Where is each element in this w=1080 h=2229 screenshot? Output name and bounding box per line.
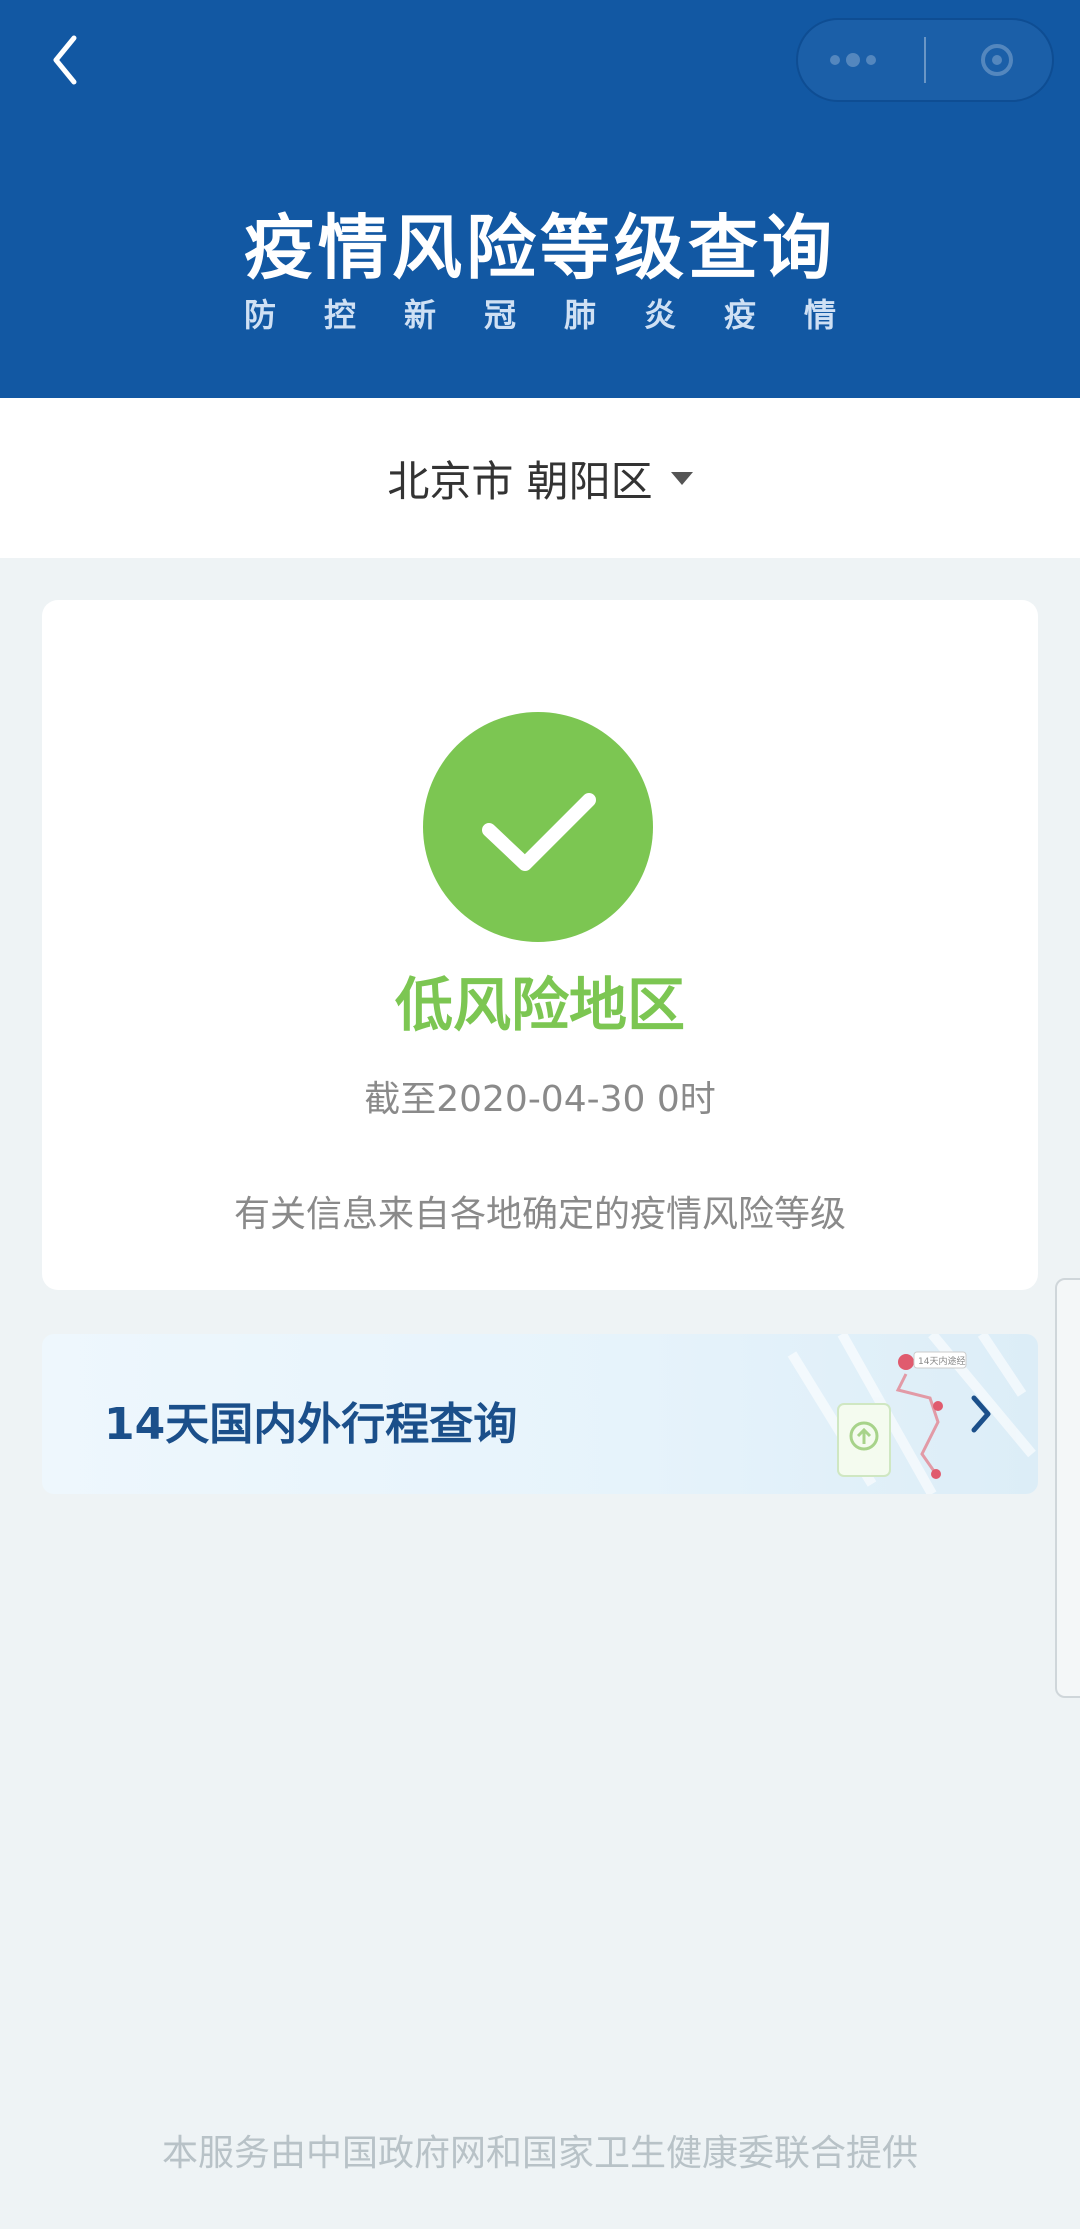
close-icon	[980, 44, 1013, 76]
back-button[interactable]	[40, 30, 90, 90]
region-selector[interactable]: 北京市 朝阳区	[0, 398, 1080, 558]
capsule-divider	[923, 37, 926, 83]
map-route-illustration: 14天内途经	[787, 1334, 1036, 1494]
caret-down-icon	[670, 471, 693, 485]
risk-card: 低风险地区 截至2020-04-30 0时 有关信息来自各地确定的疫情风险等级	[42, 600, 1038, 1290]
region-label: 北京市 朝阳区	[387, 456, 653, 506]
page-title: 疫情风险等级查询	[244, 207, 836, 289]
mini-program-capsule	[796, 18, 1054, 102]
more-icon	[830, 53, 877, 67]
travel-query-label: 14天国内外行程查询	[104, 1399, 518, 1450]
page-subtitle: 防控新冠肺炎疫情	[243, 296, 884, 334]
illustration-tag: 14天内途经	[918, 1355, 965, 1367]
as-of-timestamp: 截至2020-04-30 0时	[364, 1079, 716, 1120]
side-drawer-handle[interactable]	[1055, 1278, 1080, 1698]
close-button[interactable]	[957, 30, 1037, 90]
header-bar: 疫情风险等级查询 防控新冠肺炎疫情	[0, 0, 1080, 398]
check-circle-icon	[423, 712, 653, 942]
travel-history-query[interactable]: 14天国内外行程查询 14天内途经	[42, 1334, 1038, 1494]
risk-level-text: 低风险地区	[394, 971, 685, 1039]
footer-credit: 本服务由中国政府网和国家卫生健康委联合提供	[161, 2133, 918, 2174]
chevron-left-icon	[53, 35, 77, 85]
more-button[interactable]	[813, 30, 893, 90]
info-note: 有关信息来自各地确定的疫情风险等级	[233, 1194, 846, 1235]
